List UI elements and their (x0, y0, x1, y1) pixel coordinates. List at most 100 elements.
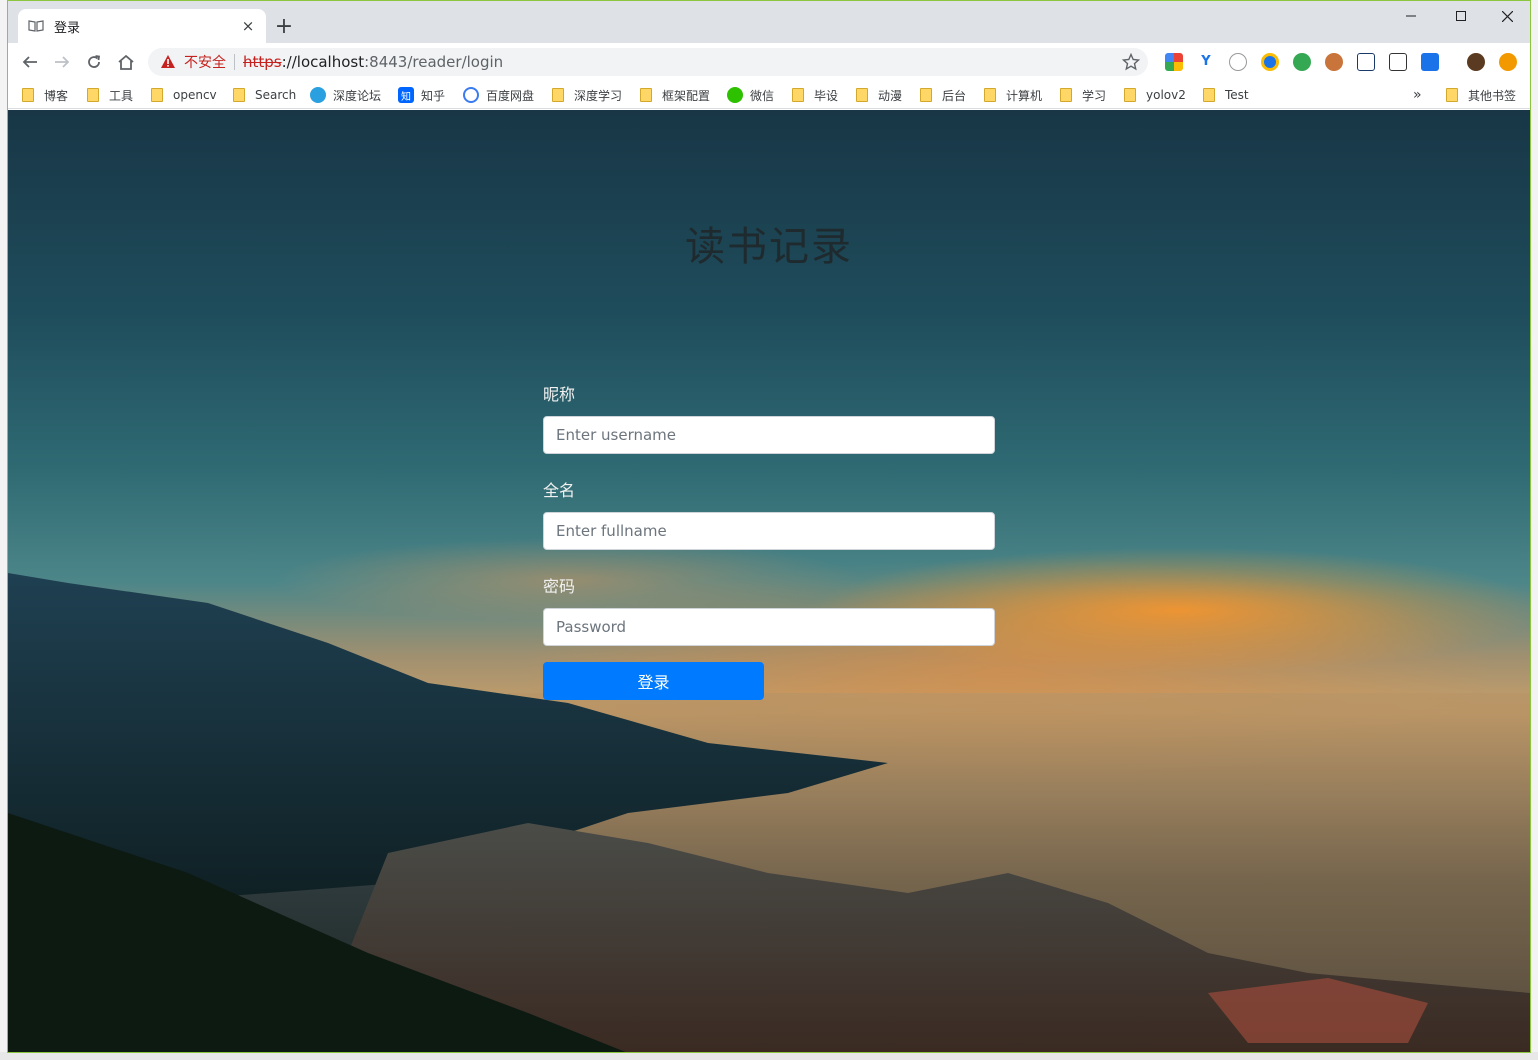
warning-icon (161, 55, 175, 68)
password-label: 密码 (543, 577, 576, 596)
url-host: ://localhost (281, 53, 365, 71)
extension-globe-icon[interactable] (1293, 53, 1311, 71)
bookmark-folder[interactable]: 计算机 (984, 85, 1042, 105)
address-bar[interactable]: 不安全 https://localhost:8443/reader/login (148, 48, 1148, 76)
extension-cat-icon[interactable] (1229, 53, 1247, 71)
nickname-label: 昵称 (543, 385, 576, 404)
bookmark-label: 后台 (942, 88, 967, 103)
bookmark-folder[interactable]: Test (1203, 85, 1249, 105)
desktop-edge-right (1530, 0, 1538, 1060)
tab-login[interactable]: 登录 × (18, 9, 266, 43)
folder-icon (984, 88, 996, 102)
reload-button[interactable] (80, 48, 108, 76)
browser-toolbar: 不安全 https://localhost:8443/reader/login … (8, 43, 1530, 81)
fullname-input[interactable] (543, 512, 995, 550)
close-window-button[interactable] (1484, 1, 1530, 31)
bookmarks-bar: 博客 工具 opencv Search 深度论坛 知知乎 百度网盘 深度学习 框… (8, 81, 1530, 109)
url-text[interactable]: https://localhost:8443/reader/login (243, 53, 503, 71)
bookmark-site[interactable]: 百度网盘 (463, 85, 534, 105)
arrow-left-icon (22, 56, 37, 68)
extension-chrome-icon[interactable] (1165, 53, 1183, 71)
folder-icon (640, 88, 652, 102)
forward-button[interactable] (48, 48, 76, 76)
bookmark-label: 毕设 (814, 88, 839, 103)
folder-icon (87, 88, 99, 102)
folder-icon (1446, 88, 1458, 102)
url-path: :8443/reader/login (364, 53, 504, 71)
maximize-button[interactable] (1438, 1, 1484, 31)
bookmark-folder[interactable]: 深度学习 (552, 85, 622, 105)
password-group: 密码 (543, 576, 995, 646)
bookmark-label: Test (1225, 88, 1249, 102)
bookmark-label: 动漫 (878, 88, 903, 103)
bookmark-label: 学习 (1082, 88, 1107, 103)
bookmark-folder[interactable]: 工具 (87, 85, 133, 105)
bookmark-label: 框架配置 (662, 88, 711, 103)
other-bookmarks[interactable]: 其他书签 (1446, 85, 1516, 105)
update-alert-icon[interactable] (1499, 53, 1517, 71)
extension-qr-icon[interactable] (1389, 53, 1407, 71)
extension-compass-icon[interactable] (1261, 53, 1279, 71)
bookmark-site[interactable]: 深度论坛 (310, 85, 381, 105)
tab-strip: 登录 × + (8, 1, 1530, 43)
minimize-button[interactable] (1388, 1, 1434, 31)
maximize-icon (1456, 11, 1466, 21)
baidu-pan-icon (463, 87, 479, 103)
username-input[interactable] (543, 416, 995, 454)
minimize-icon (1406, 15, 1416, 17)
bookmarks-overflow-button[interactable]: » (1413, 85, 1422, 105)
bookmark-folder[interactable]: yolov2 (1124, 85, 1186, 105)
home-icon (118, 54, 134, 70)
bookmark-site[interactable]: 微信 (727, 85, 774, 105)
bookmark-label: 知乎 (421, 88, 446, 103)
folder-icon (856, 88, 868, 102)
desktop-edge-bottom (0, 1052, 1538, 1060)
bookmark-label: 微信 (750, 88, 775, 103)
folder-icon (920, 88, 932, 102)
browser-window: 登录 × + 不安全 https://localhost:8443/reader… (7, 0, 1531, 1053)
bookmark-folder[interactable]: 后台 (920, 85, 966, 105)
new-tab-button[interactable]: + (270, 13, 298, 41)
bookmark-folder[interactable]: opencv (151, 85, 217, 105)
extension-blue-square-icon[interactable] (1421, 53, 1439, 71)
folder-icon (233, 88, 245, 102)
bookmark-label: 博客 (44, 88, 69, 103)
password-input[interactable] (543, 608, 995, 646)
tab-close-icon[interactable]: × (240, 18, 256, 34)
bookmark-folder[interactable]: 框架配置 (640, 85, 710, 105)
url-scheme: https (243, 53, 282, 71)
back-button[interactable] (16, 48, 44, 76)
folder-icon (552, 88, 564, 102)
page-title: 读书记录 (685, 224, 853, 270)
extension-monkey-icon[interactable] (1325, 53, 1343, 71)
bookmark-site[interactable]: 知知乎 (398, 85, 445, 105)
nickname-group: 昵称 (543, 384, 995, 454)
close-icon (1501, 10, 1513, 22)
wechat-icon (727, 87, 743, 103)
security-status[interactable]: 不安全 (184, 52, 226, 72)
folder-icon (1203, 88, 1215, 102)
reload-icon (88, 55, 101, 68)
bookmark-folder[interactable]: Search (233, 85, 296, 105)
folder-icon (151, 88, 163, 102)
bookmark-label: 计算机 (1006, 88, 1043, 103)
extension-y-icon[interactable]: Y (1197, 53, 1215, 71)
bookmark-folder[interactable]: 动漫 (856, 85, 902, 105)
bookmark-label: yolov2 (1146, 88, 1186, 102)
login-button[interactable]: 登录 (543, 662, 764, 700)
folder-icon (1060, 88, 1072, 102)
zhihu-icon: 知 (398, 87, 414, 103)
extension-n-icon[interactable] (1357, 53, 1375, 71)
bookmark-label: 工具 (109, 88, 134, 103)
bookmark-folder[interactable]: 毕设 (792, 85, 838, 105)
login-form: 昵称 全名 密码 登录 (543, 384, 995, 700)
login-page: 读书记录 昵称 全名 密码 登录 (8, 110, 1530, 1052)
folder-icon (792, 88, 804, 102)
bookmark-label: 百度网盘 (486, 88, 535, 103)
profile-avatar[interactable] (1467, 53, 1485, 71)
bookmark-folder[interactable]: 博客 (22, 85, 68, 105)
bookmark-label: 深度学习 (574, 88, 623, 103)
home-button[interactable] (112, 48, 140, 76)
bookmark-folder[interactable]: 学习 (1060, 85, 1106, 105)
bookmark-star-icon[interactable] (1122, 53, 1140, 71)
